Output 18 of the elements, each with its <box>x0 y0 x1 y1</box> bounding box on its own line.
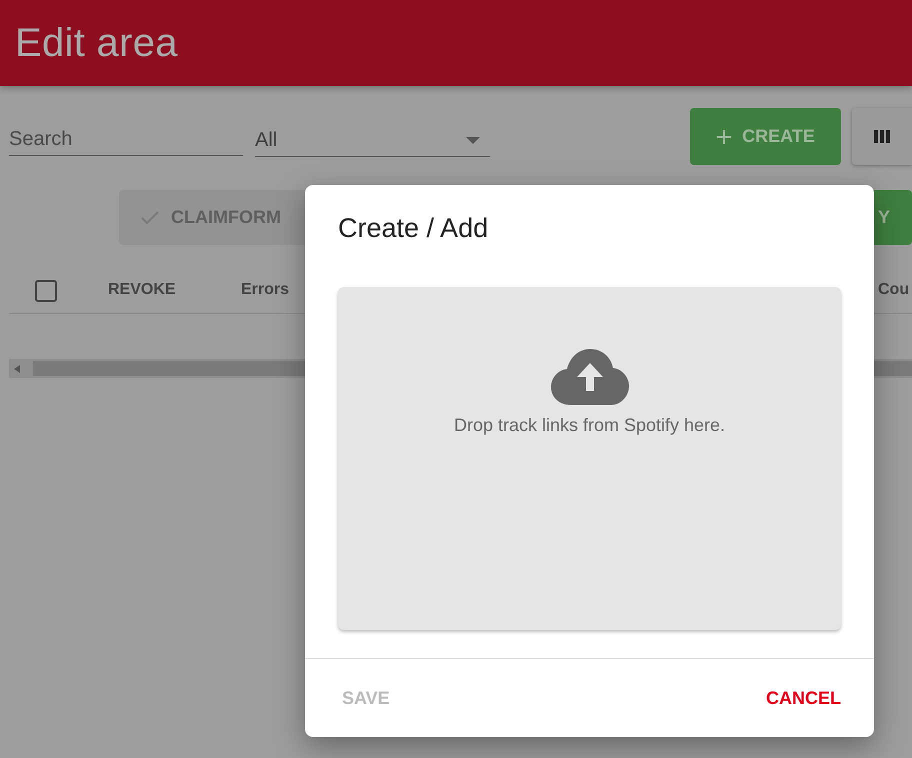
page-title: Edit area <box>15 20 178 66</box>
cancel-button[interactable]: CANCEL <box>757 680 850 716</box>
drop-zone[interactable]: Drop track links from Spotify here. <box>338 287 841 630</box>
columns-button[interactable] <box>852 108 912 165</box>
check-icon <box>141 210 159 224</box>
filter-dropdown[interactable]: All <box>255 128 490 157</box>
column-header[interactable]: Cou <box>878 281 910 299</box>
cloud-upload-icon <box>550 349 628 405</box>
select-all-checkbox[interactable] <box>35 280 57 302</box>
column-header[interactable]: REVOKE <box>108 281 176 299</box>
caret-icon <box>466 136 480 144</box>
plus-icon <box>716 128 732 144</box>
columns-icon <box>874 130 890 143</box>
search-field[interactable]: Search <box>9 128 243 156</box>
scroll-left-icon[interactable] <box>14 364 20 372</box>
column-header[interactable]: Errors <box>241 281 290 299</box>
create-button[interactable]: CREATE <box>690 108 841 165</box>
drop-hint: Drop track links from Spotify here. <box>454 415 726 436</box>
